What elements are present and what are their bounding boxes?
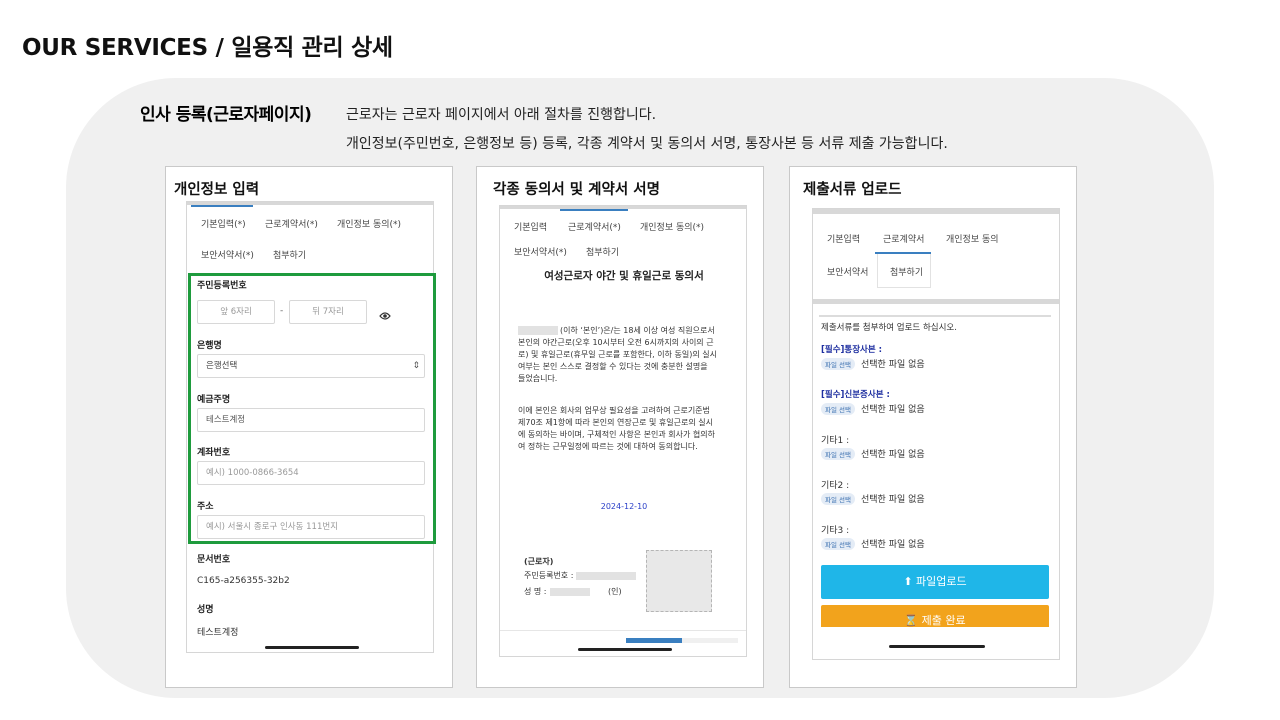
- card-title: 개인정보 입력: [174, 182, 260, 198]
- file-select-button[interactable]: 파일 선택: [821, 403, 855, 415]
- file-label-id-card: [필수]신분증사본 :: [821, 390, 890, 400]
- tab-basic[interactable]: 기본입력: [514, 220, 547, 233]
- home-indicator: [889, 645, 985, 648]
- file-label-etc2: 기타2 :: [821, 481, 850, 491]
- file-label-etc1: 기타1 :: [821, 436, 850, 446]
- home-indicator: [578, 648, 672, 651]
- card-document-upload: 제출서류 업로드 기본입력 근로계약서 개인정보 동의 보안서약서 첨부하기 제…: [789, 166, 1077, 688]
- name-value: 테스트계정: [197, 628, 239, 638]
- file-status: 선택한 파일 없음: [861, 450, 925, 460]
- file-status: 선택한 파일 없음: [861, 405, 925, 415]
- document-title: 여성근로자 야간 및 휴일근로 동의서: [544, 270, 704, 282]
- file-select-button[interactable]: 파일 선택: [821, 448, 855, 460]
- worker-rrn-label: 주민등록번호 :: [524, 571, 574, 580]
- paragraph1-line4: 여부는 본인 스스로 결정할 수 있다는 것에 충분한 설명을: [518, 362, 708, 371]
- tab-attach-frame: [877, 254, 931, 288]
- rrn-redaction: [576, 572, 636, 580]
- paragraph2-line3: 에 동의하는 바이며, 구체적인 사항은 본인과 회사가 협의하: [518, 430, 715, 439]
- upload-button[interactable]: ⬆ 파일업로드: [821, 565, 1049, 599]
- doc-no-value: C165-a256355-32b2: [197, 576, 290, 586]
- card-consent-sign: 각종 동의서 및 계약서 서명 기본입력 근로계약서(*) 개인정보 동의(*)…: [476, 166, 764, 688]
- intro-title: 인사 등록(근로자페이지): [140, 105, 312, 125]
- pager-active: [626, 638, 682, 643]
- paragraph1-line3: 로) 및 휴일근로(휴무일 근로를 포함한다, 이하 동일)의 실시: [518, 350, 717, 359]
- paragraph1-line2: 본인의 야간근로(오후 10시부터 오전 6시까지의 사이의 근: [518, 338, 714, 347]
- intro-description-1: 근로자는 근로자 페이지에서 아래 절차를 진행합니다.: [346, 107, 657, 123]
- upload-instruction: 제출서류를 첨부하여 업로드 하십시오.: [821, 323, 957, 333]
- section-divider: [813, 299, 1059, 304]
- home-indicator: [265, 646, 359, 649]
- phone-screen: 기본입력 근로계약서 개인정보 동의 보안서약서 첨부하기 제출서류를 첨부하여…: [812, 208, 1060, 660]
- file-status: 선택한 파일 없음: [861, 495, 925, 505]
- tab-security[interactable]: 보안서약서(*): [514, 245, 567, 258]
- file-status: 선택한 파일 없음: [861, 540, 925, 550]
- paragraph2-line2: 제70조 제1항에 따라 본인의 연장근로 및 휴일근로의 실시: [518, 418, 713, 427]
- card-personal-info: 개인정보 입력 기본입력(*) 근로계약서(*) 개인정보 동의(*) 보안서약…: [165, 166, 453, 688]
- name-redaction: [518, 326, 558, 335]
- card-title: 제출서류 업로드: [803, 182, 902, 198]
- tab-contract[interactable]: 근로계약서(*): [265, 217, 318, 230]
- active-tab-indicator: [191, 205, 253, 207]
- file-select-button[interactable]: 파일 선택: [821, 358, 855, 370]
- seal-mark: (인): [608, 587, 622, 596]
- top-bar: [813, 209, 1059, 214]
- document-date: 2024-12-10: [600, 502, 648, 511]
- hourglass-icon: ⌛: [904, 614, 919, 627]
- file-select-button[interactable]: 파일 선택: [821, 538, 855, 550]
- doc-no-label: 문서번호: [197, 555, 231, 565]
- tab-attach[interactable]: 첨부하기: [586, 245, 619, 258]
- paragraph2-line1: 이에 본인은 회사의 업무상 필요성을 고려하여 근로기준법: [518, 406, 710, 415]
- tab-contract[interactable]: 근로계약서(*): [568, 220, 621, 233]
- upload-button-label: 파일업로드: [916, 575, 967, 588]
- intro-description-2: 개인정보(주민번호, 은행정보 등) 등록, 각종 계약서 및 동의서 서명, …: [346, 136, 948, 152]
- phone-screen: 기본입력 근로계약서(*) 개인정보 동의(*) 보안서약서(*) 첨부하기 여…: [499, 205, 747, 657]
- submit-button-label: 제출 완료: [921, 614, 966, 627]
- tab-security[interactable]: 보안서약서(*): [201, 248, 254, 261]
- tab-security[interactable]: 보안서약서: [827, 265, 868, 278]
- worker-name-label: 성 명 :: [524, 587, 547, 596]
- upload-icon: ⬆: [903, 575, 913, 588]
- highlight-box: [188, 273, 436, 544]
- active-tab-indicator: [560, 209, 628, 211]
- file-select-button[interactable]: 파일 선택: [821, 493, 855, 505]
- signature-box[interactable]: [646, 550, 712, 612]
- file-label-etc3: 기타3 :: [821, 526, 850, 536]
- pager-inactive: [682, 638, 738, 643]
- paragraph1-line5: 들었습니다.: [518, 374, 558, 383]
- paragraph1-line1: (이하 ‘본인’)은/는 18세 이상 여성 직원으로서: [560, 326, 715, 335]
- paragraph2-line4: 여 정하는 근무일정에 따르는 것에 대하여 동의합니다.: [518, 442, 698, 451]
- tab-privacy[interactable]: 개인정보 동의: [946, 232, 999, 245]
- name-label: 성명: [197, 605, 214, 615]
- footer-divider: [500, 630, 746, 631]
- tab-basic[interactable]: 기본입력: [827, 232, 860, 245]
- tab-attach[interactable]: 첨부하기: [273, 248, 306, 261]
- tab-basic[interactable]: 기본입력(*): [201, 217, 246, 230]
- tab-privacy[interactable]: 개인정보 동의(*): [337, 217, 401, 230]
- content-rule: [819, 315, 1051, 317]
- worker-label: (근로자): [524, 557, 554, 566]
- bottom-bar: [813, 627, 1059, 659]
- tab-privacy[interactable]: 개인정보 동의(*): [640, 220, 704, 233]
- file-status: 선택한 파일 없음: [861, 360, 925, 370]
- file-label-bankbook: [필수]통장사본 :: [821, 345, 883, 355]
- tab-contract[interactable]: 근로계약서: [883, 232, 924, 245]
- page-title: OUR SERVICES / 일용직 관리 상세: [22, 35, 393, 61]
- name-redaction-2: [550, 588, 590, 596]
- card-title: 각종 동의서 및 계약서 서명: [493, 182, 660, 198]
